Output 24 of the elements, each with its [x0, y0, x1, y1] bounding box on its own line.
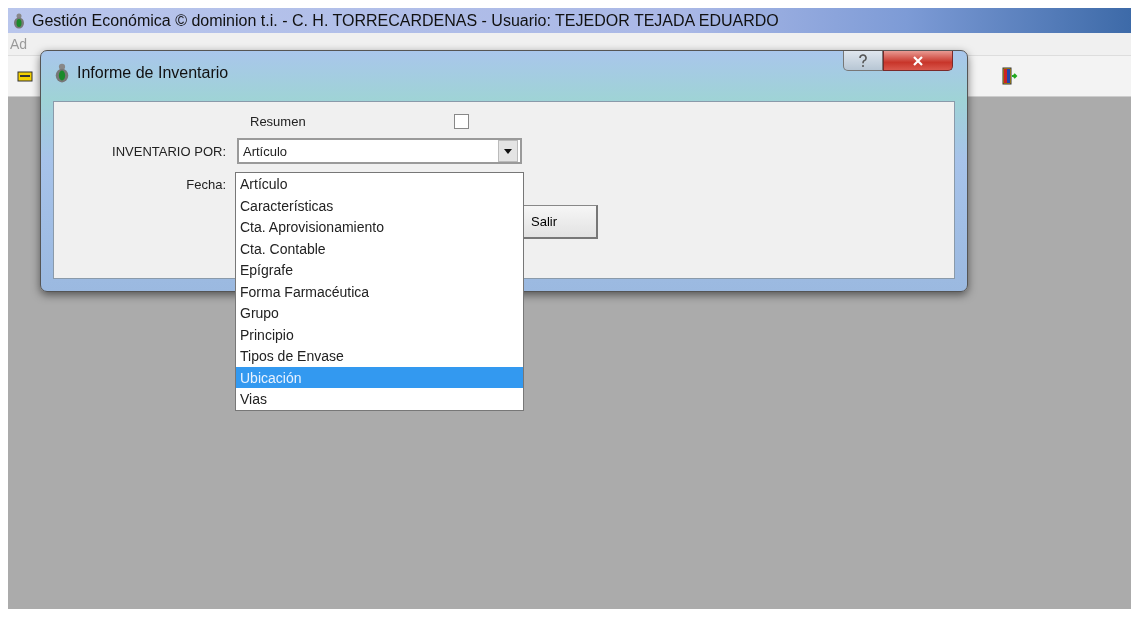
- dropdown-option[interactable]: Tipos de Envase: [236, 345, 523, 367]
- close-icon: [912, 55, 924, 66]
- dialog-title: Informe de Inventario: [77, 64, 229, 82]
- date-label: Fecha:: [186, 176, 227, 192]
- dropdown-option[interactable]: Cta. Contable: [236, 237, 523, 259]
- window-title: Gestión Económica © dominion t.i. - C. H. TORRECARDENAS - Usuario: TEJEDOR TEJADA EDUARDO: [32, 11, 779, 30]
- dropdown-option[interactable]: Cta. Aprovisionamiento: [236, 216, 523, 238]
- help-icon: [858, 53, 868, 68]
- dropdown-option[interactable]: Artículo: [236, 173, 523, 195]
- close-button[interactable]: [883, 51, 953, 71]
- checkbox[interactable]: [453, 113, 469, 129]
- inventory-by-label: INVENTARIO POR:: [112, 143, 227, 159]
- app-icon: [12, 12, 26, 29]
- summary-label: Resumen: [250, 113, 306, 129]
- inventory-by-dropdown[interactable]: Artículo: [237, 138, 522, 164]
- app-icon: [53, 63, 71, 83]
- dropdown-option[interactable]: Características: [236, 194, 523, 216]
- dropdown-option[interactable]: Epígrafe: [236, 259, 523, 281]
- dropdown-option[interactable]: Vias: [236, 388, 523, 410]
- dropdown-option[interactable]: Grupo: [236, 302, 523, 324]
- dropdown-option[interactable]: Forma Farmacéutica: [236, 280, 523, 302]
- caret-icon: [504, 148, 512, 154]
- help-button[interactable]: [843, 51, 883, 71]
- dropdown-option[interactable]: Principio: [236, 323, 523, 345]
